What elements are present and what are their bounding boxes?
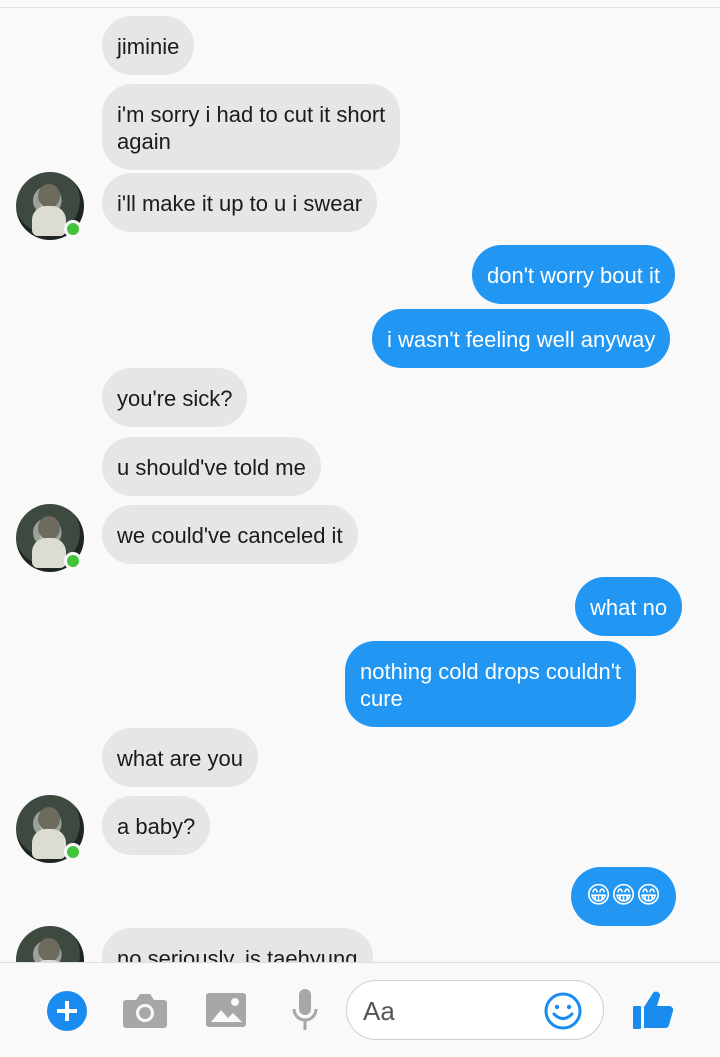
incoming-message-bubble[interactable]: i'm sorry i had to cut it short again: [102, 84, 401, 170]
message-text: again: [117, 129, 171, 154]
incoming-message-bubble[interactable]: i'll make it up to u i swear: [102, 173, 378, 232]
message-text: i'm sorry i had to cut it short: [117, 102, 386, 127]
message-text: cure: [360, 686, 403, 711]
top-divider: [0, 7, 720, 8]
outgoing-message-bubble[interactable]: don't worry bout it: [472, 245, 675, 304]
outgoing-message-bubble[interactable]: i wasn't feeling well anyway: [372, 309, 671, 368]
image-icon[interactable]: [205, 992, 247, 1028]
contact-avatar[interactable]: [16, 172, 84, 240]
message-text: we could've canceled it: [117, 523, 343, 548]
incoming-message-bubble[interactable]: you're sick?: [102, 368, 248, 427]
message-input[interactable]: Aa: [346, 980, 604, 1040]
message-text: what no: [590, 595, 668, 620]
message-text: jiminie: [117, 34, 180, 59]
thumbs-up-icon[interactable]: [632, 990, 674, 1030]
incoming-message-bubble[interactable]: u should've told me: [102, 437, 321, 496]
incoming-message-bubble[interactable]: jiminie: [102, 16, 195, 75]
outgoing-message-bubble[interactable]: 😁😁😁: [571, 867, 677, 926]
plus-icon[interactable]: [46, 990, 88, 1032]
message-text: nothing cold drops couldn't: [360, 659, 622, 684]
message-text: u should've told me: [117, 455, 306, 480]
message-text: i'll make it up to u i swear: [117, 191, 363, 216]
incoming-message-bubble[interactable]: a baby?: [102, 796, 211, 855]
message-input-placeholder: Aa: [363, 996, 395, 1026]
message-text: what are you: [117, 746, 243, 771]
smiley-icon[interactable]: [543, 991, 583, 1031]
contact-avatar[interactable]: [16, 504, 84, 572]
message-text: 😁😁😁: [586, 882, 662, 909]
online-status-dot: [64, 843, 82, 861]
message-text: you're sick?: [117, 386, 233, 411]
online-status-dot: [64, 220, 82, 238]
online-status-dot: [64, 552, 82, 570]
outgoing-message-bubble[interactable]: what no: [575, 577, 683, 636]
message-text: a baby?: [117, 814, 196, 839]
outgoing-message-bubble[interactable]: nothing cold drops couldn't cure: [345, 641, 637, 727]
incoming-message-bubble[interactable]: we could've canceled it: [102, 505, 358, 564]
camera-icon[interactable]: [122, 990, 168, 1030]
incoming-message-bubble[interactable]: what are you: [102, 728, 258, 787]
microphone-icon[interactable]: [290, 988, 320, 1032]
message-text: don't worry bout it: [487, 263, 660, 288]
message-text: i wasn't feeling well anyway: [387, 327, 656, 352]
contact-avatar[interactable]: [16, 795, 84, 863]
